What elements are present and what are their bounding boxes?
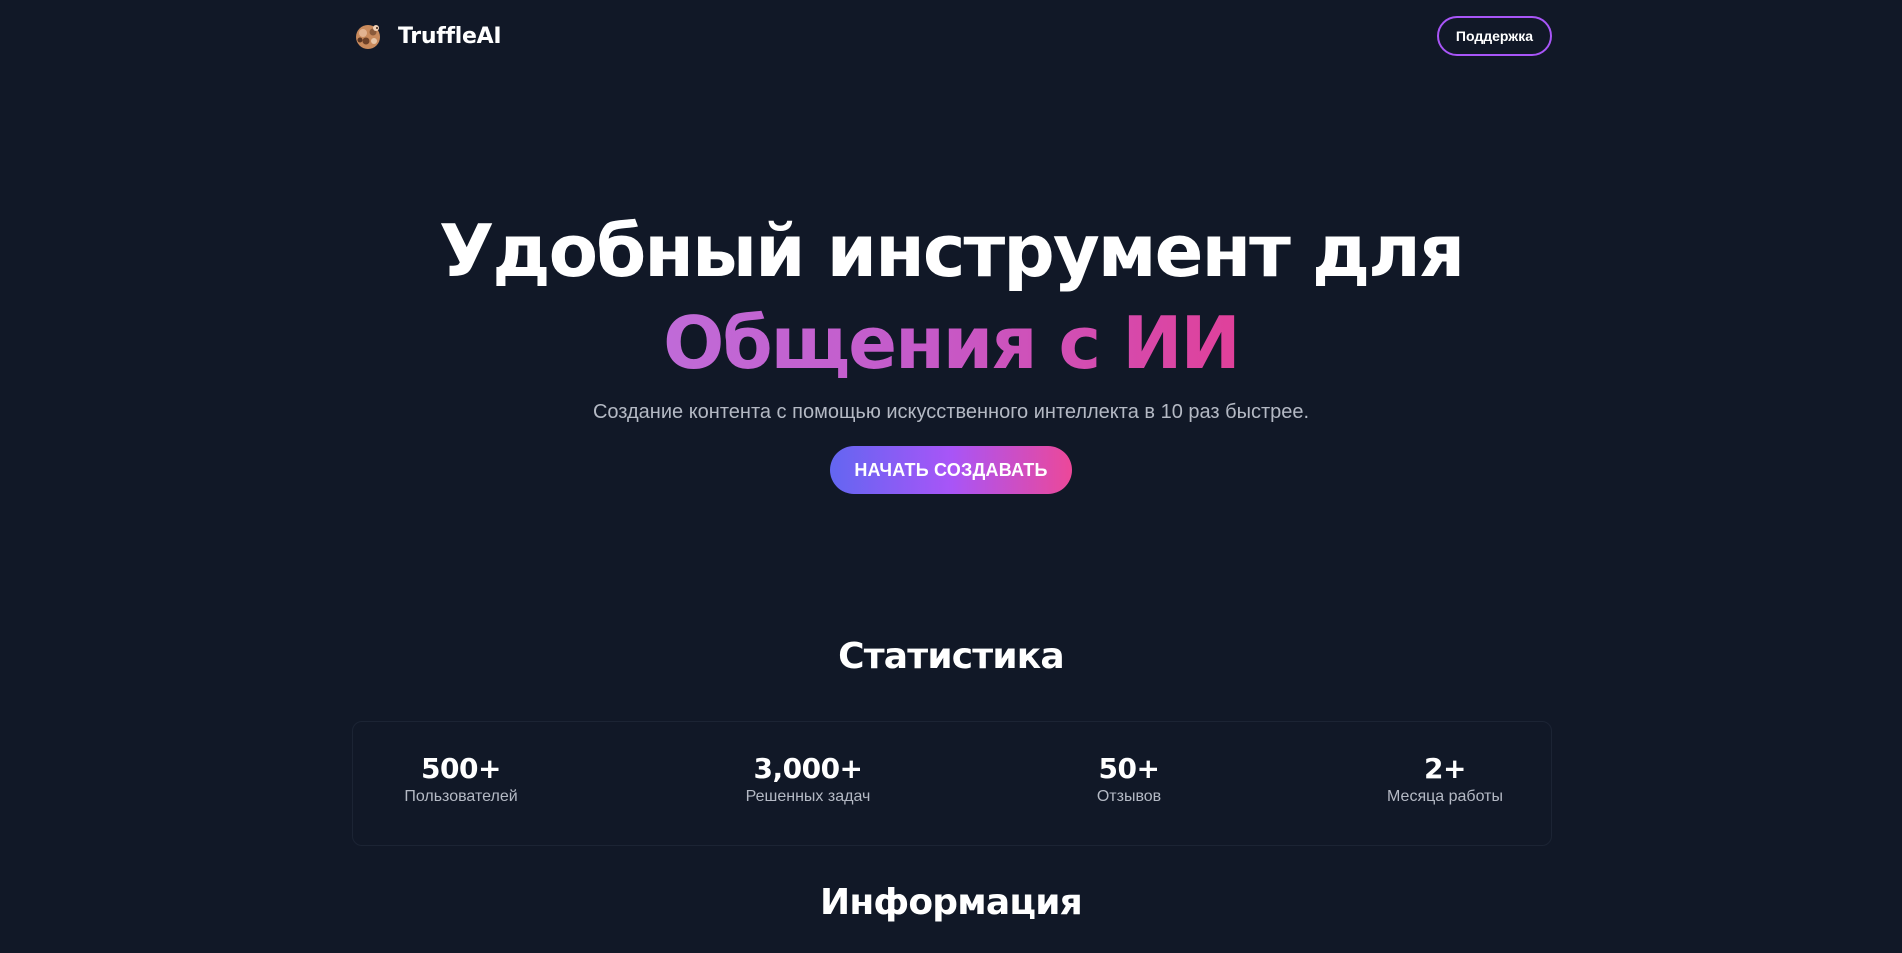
hero-section: Удобный инструмент для Общения с ИИ Созд… xyxy=(0,205,1902,494)
stats-title: Статистика xyxy=(838,636,1065,677)
stat-label: Отзывов xyxy=(1096,788,1162,805)
info-title: Информация xyxy=(820,882,1083,923)
stat-label: Месяца работы xyxy=(1387,788,1503,805)
landing-page: TruffleAI Поддержка Удобный инструмент д… xyxy=(0,0,1902,953)
stat-tasks: 3,000+ Решенных задач xyxy=(688,752,928,806)
stat-label: Пользователей xyxy=(404,788,518,805)
stat-value: 500+ xyxy=(421,752,501,785)
stats-card: 500+ Пользователей 3,000+ Решенных задач… xyxy=(352,721,1552,846)
hero-title-line2: Общения с ИИ xyxy=(0,297,1902,389)
hero-title-gradient-text: Общения с ИИ xyxy=(663,301,1241,385)
stat-value: 50+ xyxy=(1098,752,1160,785)
hero-title-line1: Удобный инструмент для xyxy=(438,209,1465,293)
stat-reviews: 50+ Отзывов xyxy=(1009,752,1249,806)
stat-value: 3,000+ xyxy=(753,752,863,785)
brand-link[interactable]: TruffleAI xyxy=(352,20,502,52)
stat-users: 500+ Пользователей xyxy=(341,752,581,806)
start-creating-button[interactable]: НАЧАТЬ СОЗДАВАТЬ xyxy=(830,446,1072,494)
stat-label: Решенных задач xyxy=(745,788,871,805)
site-header: TruffleAI Поддержка xyxy=(352,14,1552,58)
stat-months: 2+ Месяца работы xyxy=(1325,752,1565,806)
stat-value: 2+ xyxy=(1424,752,1466,785)
hero-subtitle: Создание контента с помощью искусственно… xyxy=(592,401,1310,423)
brand-name: TruffleAI xyxy=(398,23,502,49)
truffle-pig-logo-icon xyxy=(356,25,380,49)
support-button[interactable]: Поддержка xyxy=(1436,16,1552,56)
